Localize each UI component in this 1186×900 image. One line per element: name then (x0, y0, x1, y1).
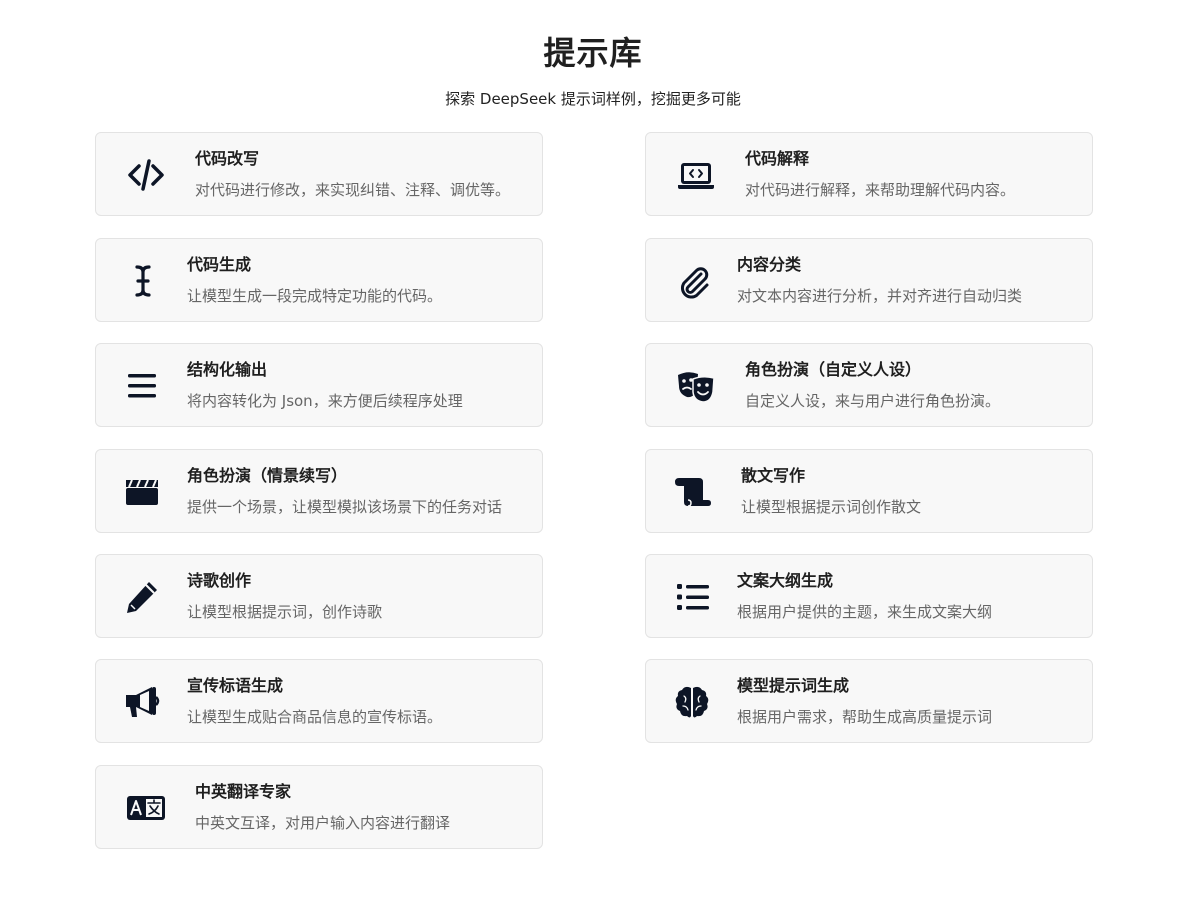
card-structured-output[interactable]: 结构化输出 将内容转化为 Json，来方便后续程序处理 (95, 343, 543, 427)
card-description: 让模型根据提示词创作散文 (741, 498, 922, 516)
card-title: 内容分类 (737, 255, 802, 274)
card-description: 让模型生成一段完成特定功能的代码。 (187, 287, 443, 305)
card-description: 让模型根据提示词，创作诗歌 (187, 603, 383, 621)
list-icon (673, 576, 713, 618)
laptop-code-icon (676, 154, 716, 196)
card-description: 将内容转化为 Json，来方便后续程序处理 (187, 392, 463, 410)
scroll-icon (673, 471, 713, 513)
card-description: 中英文互译，对用户输入内容进行翻译 (195, 814, 451, 832)
card-title: 文案大纲生成 (737, 571, 834, 590)
card-copy-outline[interactable]: 文案大纲生成 根据用户提供的主题，来生成文案大纲 (645, 554, 1093, 638)
card-description: 对代码进行修改，来实现纠错、注释、调优等。 (195, 181, 511, 199)
bars-icon (122, 365, 162, 407)
card-slogan[interactable]: 宣传标语生成 让模型生成贴合商品信息的宣传标语。 (95, 659, 543, 743)
card-prose-writing[interactable]: 散文写作 让模型根据提示词创作散文 (645, 449, 1093, 533)
card-title: 散文写作 (741, 466, 806, 485)
card-title: 模型提示词生成 (737, 676, 850, 695)
card-code-generate[interactable]: 代码生成 让模型生成一段完成特定功能的代码。 (95, 238, 543, 322)
megaphone-icon (122, 681, 162, 723)
card-translation[interactable]: 中英翻译专家 中英文互译，对用户输入内容进行翻译 (95, 765, 543, 849)
theater-masks-icon (676, 365, 716, 407)
card-title: 角色扮演（情景续写） (187, 466, 348, 485)
card-description: 自定义人设，来与用户进行角色扮演。 (745, 392, 1001, 410)
card-roleplay-persona[interactable]: 角色扮演（自定义人设） 自定义人设，来与用户进行角色扮演。 (645, 343, 1093, 427)
card-title: 代码解释 (745, 149, 810, 168)
card-title: 代码改写 (195, 149, 260, 168)
clapperboard-icon (122, 471, 162, 513)
text-cursor-icon (123, 260, 163, 302)
code-icon (126, 154, 166, 196)
card-title: 诗歌创作 (187, 571, 252, 590)
page-subtitle: 探索 DeepSeek 提示词样例，挖掘更多可能 (445, 90, 741, 108)
card-title: 中英翻译专家 (195, 782, 292, 801)
card-roleplay-scenario[interactable]: 角色扮演（情景续写） 提供一个场景，让模型模拟该场景下的任务对话 (95, 449, 543, 533)
card-content-classify[interactable]: 内容分类 对文本内容进行分析，并对齐进行自动归类 (645, 238, 1093, 322)
card-description: 对代码进行解释，来帮助理解代码内容。 (745, 181, 1016, 199)
card-prompt-generate[interactable]: 模型提示词生成 根据用户需求，帮助生成高质量提示词 (645, 659, 1093, 743)
card-description: 对文本内容进行分析，并对齐进行自动归类 (737, 287, 1023, 305)
card-title: 宣传标语生成 (187, 676, 284, 695)
card-code-explain[interactable]: 代码解释 对代码进行解释，来帮助理解代码内容。 (645, 132, 1093, 216)
page-title: 提示库 (543, 34, 643, 72)
card-title: 角色扮演（自定义人设） (745, 360, 922, 379)
brain-icon (672, 681, 712, 723)
pencil-icon (122, 576, 162, 618)
card-title: 代码生成 (187, 255, 252, 274)
language-icon (126, 787, 166, 829)
card-code-rewrite[interactable]: 代码改写 对代码进行修改，来实现纠错、注释、调优等。 (95, 132, 543, 216)
card-title: 结构化输出 (187, 360, 268, 379)
card-description: 根据用户提供的主题，来生成文案大纲 (737, 603, 993, 621)
card-description: 让模型生成贴合商品信息的宣传标语。 (187, 708, 443, 726)
card-poetry[interactable]: 诗歌创作 让模型根据提示词，创作诗歌 (95, 554, 543, 638)
paperclip-icon (673, 260, 713, 302)
card-description: 根据用户需求，帮助生成高质量提示词 (737, 708, 993, 726)
card-description: 提供一个场景，让模型模拟该场景下的任务对话 (187, 498, 503, 516)
